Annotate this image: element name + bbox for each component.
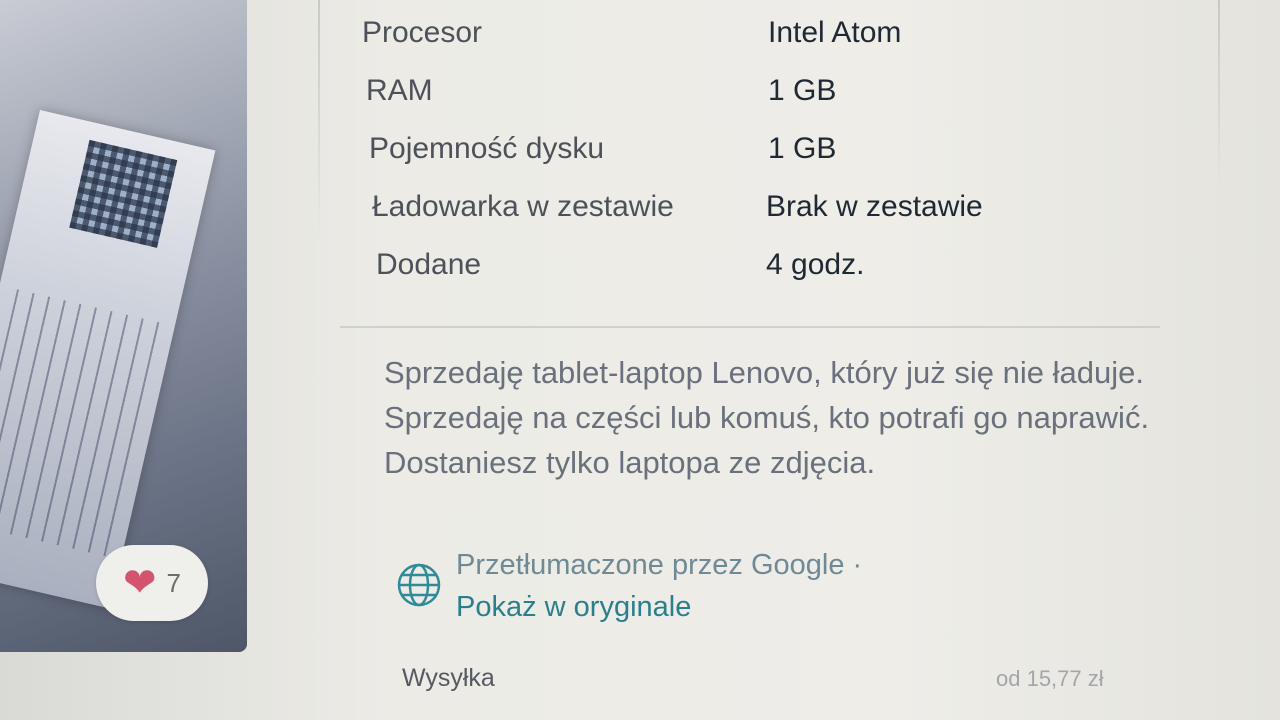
- device-label-sticker: [0, 110, 216, 609]
- detail-value: Intel Atom: [768, 16, 902, 49]
- shipping-price: od 15,77 zł: [996, 666, 1104, 691]
- detail-row-disk: Pojemność dysku 1 GB: [362, 126, 1162, 184]
- detail-label: Dodane: [376, 248, 482, 281]
- section-divider: [340, 326, 1160, 328]
- detail-label: Ładowarka w zestawie: [372, 190, 674, 223]
- heart-icon: ❤: [123, 560, 157, 606]
- shipping-label: Wysyłka: [402, 664, 495, 692]
- like-count: 7: [166, 567, 181, 598]
- globe-icon: [397, 563, 441, 607]
- detail-row-added: Dodane 4 godz.: [362, 242, 1162, 300]
- detail-row-processor: Procesor Intel Atom: [362, 10, 1162, 68]
- detail-row-charger: Ładowarka w zestawie Brak w zestawie: [362, 184, 1162, 242]
- detail-row-ram: RAM 1 GB: [362, 68, 1162, 126]
- favorite-button[interactable]: ❤ 7: [96, 545, 208, 621]
- item-details-table: Procesor Intel Atom RAM 1 GB Pojemność d…: [362, 10, 1162, 300]
- detail-value: 1 GB: [768, 74, 837, 107]
- qr-code: [69, 139, 178, 248]
- detail-value: 1 GB: [768, 132, 837, 165]
- detail-label: RAM: [366, 74, 433, 107]
- detail-value: Brak w zestawie: [766, 190, 983, 223]
- show-original-link[interactable]: Pokaż w oryginale: [456, 586, 862, 628]
- listing-page: ❤ 7 Procesor Intel Atom RAM 1 GB Pojemno…: [0, 0, 1280, 720]
- detail-label: Pojemność dysku: [369, 132, 605, 165]
- translated-by-text: Przetłumaczone przez Google ·: [456, 549, 863, 581]
- item-photo[interactable]: ❤ 7: [0, 0, 247, 652]
- detail-label: Procesor: [362, 16, 483, 49]
- sticker-text-lines: [0, 289, 164, 558]
- item-description: Sprzedaję tablet-laptop Lenovo, który ju…: [384, 355, 1150, 480]
- column-divider-right: [1218, 0, 1220, 190]
- translation-notice: Przetłumaczone przez Google · Pokaż w or…: [396, 544, 862, 628]
- column-divider: [318, 0, 320, 240]
- detail-value: 4 godz.: [766, 248, 865, 281]
